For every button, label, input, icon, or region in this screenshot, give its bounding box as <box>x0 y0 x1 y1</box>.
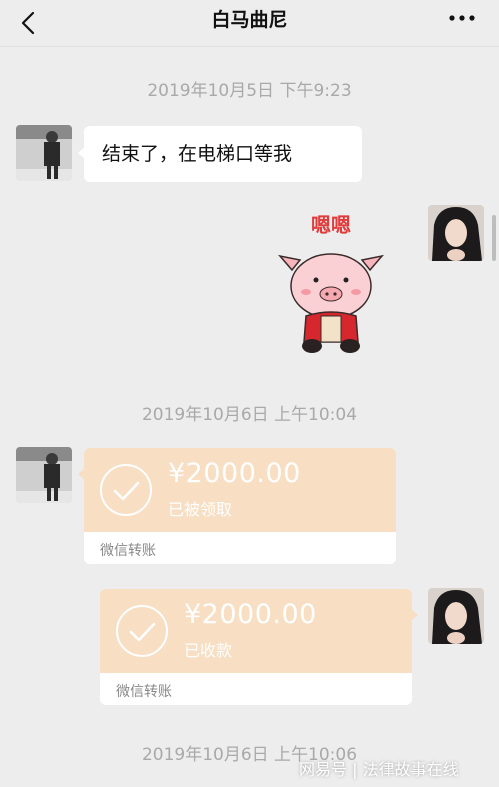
chat-title: 白马曲尼 <box>211 9 288 31</box>
bubble-tail <box>78 468 85 480</box>
bubble-tail <box>78 147 85 159</box>
timestamp: 2019年10月6日 上午10:04 <box>141 405 358 425</box>
self-avatar[interactable] <box>428 588 484 644</box>
transfer-card[interactable]: ¥2000.00 已收款 微信转账 <box>100 589 418 705</box>
contact-avatar[interactable] <box>16 447 72 503</box>
contact-avatar[interactable] <box>16 125 72 181</box>
check-icon <box>100 464 152 516</box>
check-icon <box>116 605 168 657</box>
scrollbar[interactable] <box>492 215 496 261</box>
top-bar: 白马曲尼 <box>0 0 499 47</box>
transfer-label: 微信转账 <box>116 684 172 700</box>
transfer-amount: ¥2000.00 <box>168 458 301 489</box>
message-text: 结束了，在电梯口等我 <box>102 143 293 165</box>
bubble-tail <box>411 609 418 621</box>
more-icon[interactable] <box>447 10 477 30</box>
transfer-label: 微信转账 <box>100 543 156 559</box>
pig-sticker[interactable]: 嗯嗯 <box>276 208 386 358</box>
transfer-amount: ¥2000.00 <box>184 599 317 630</box>
sticker-caption: 嗯嗯 <box>311 213 351 237</box>
transfer-status: 已收款 <box>184 641 233 660</box>
watermark: 网易号 | 法律故事在线 <box>299 760 459 779</box>
transfer-status: 已被领取 <box>168 500 233 519</box>
self-avatar[interactable] <box>428 205 484 261</box>
message-bubble[interactable]: 结束了，在电梯口等我 <box>78 126 362 182</box>
transfer-card[interactable]: ¥2000.00 已被领取 微信转账 <box>78 448 396 564</box>
timestamp: 2019年10月5日 下午9:23 <box>147 81 352 101</box>
